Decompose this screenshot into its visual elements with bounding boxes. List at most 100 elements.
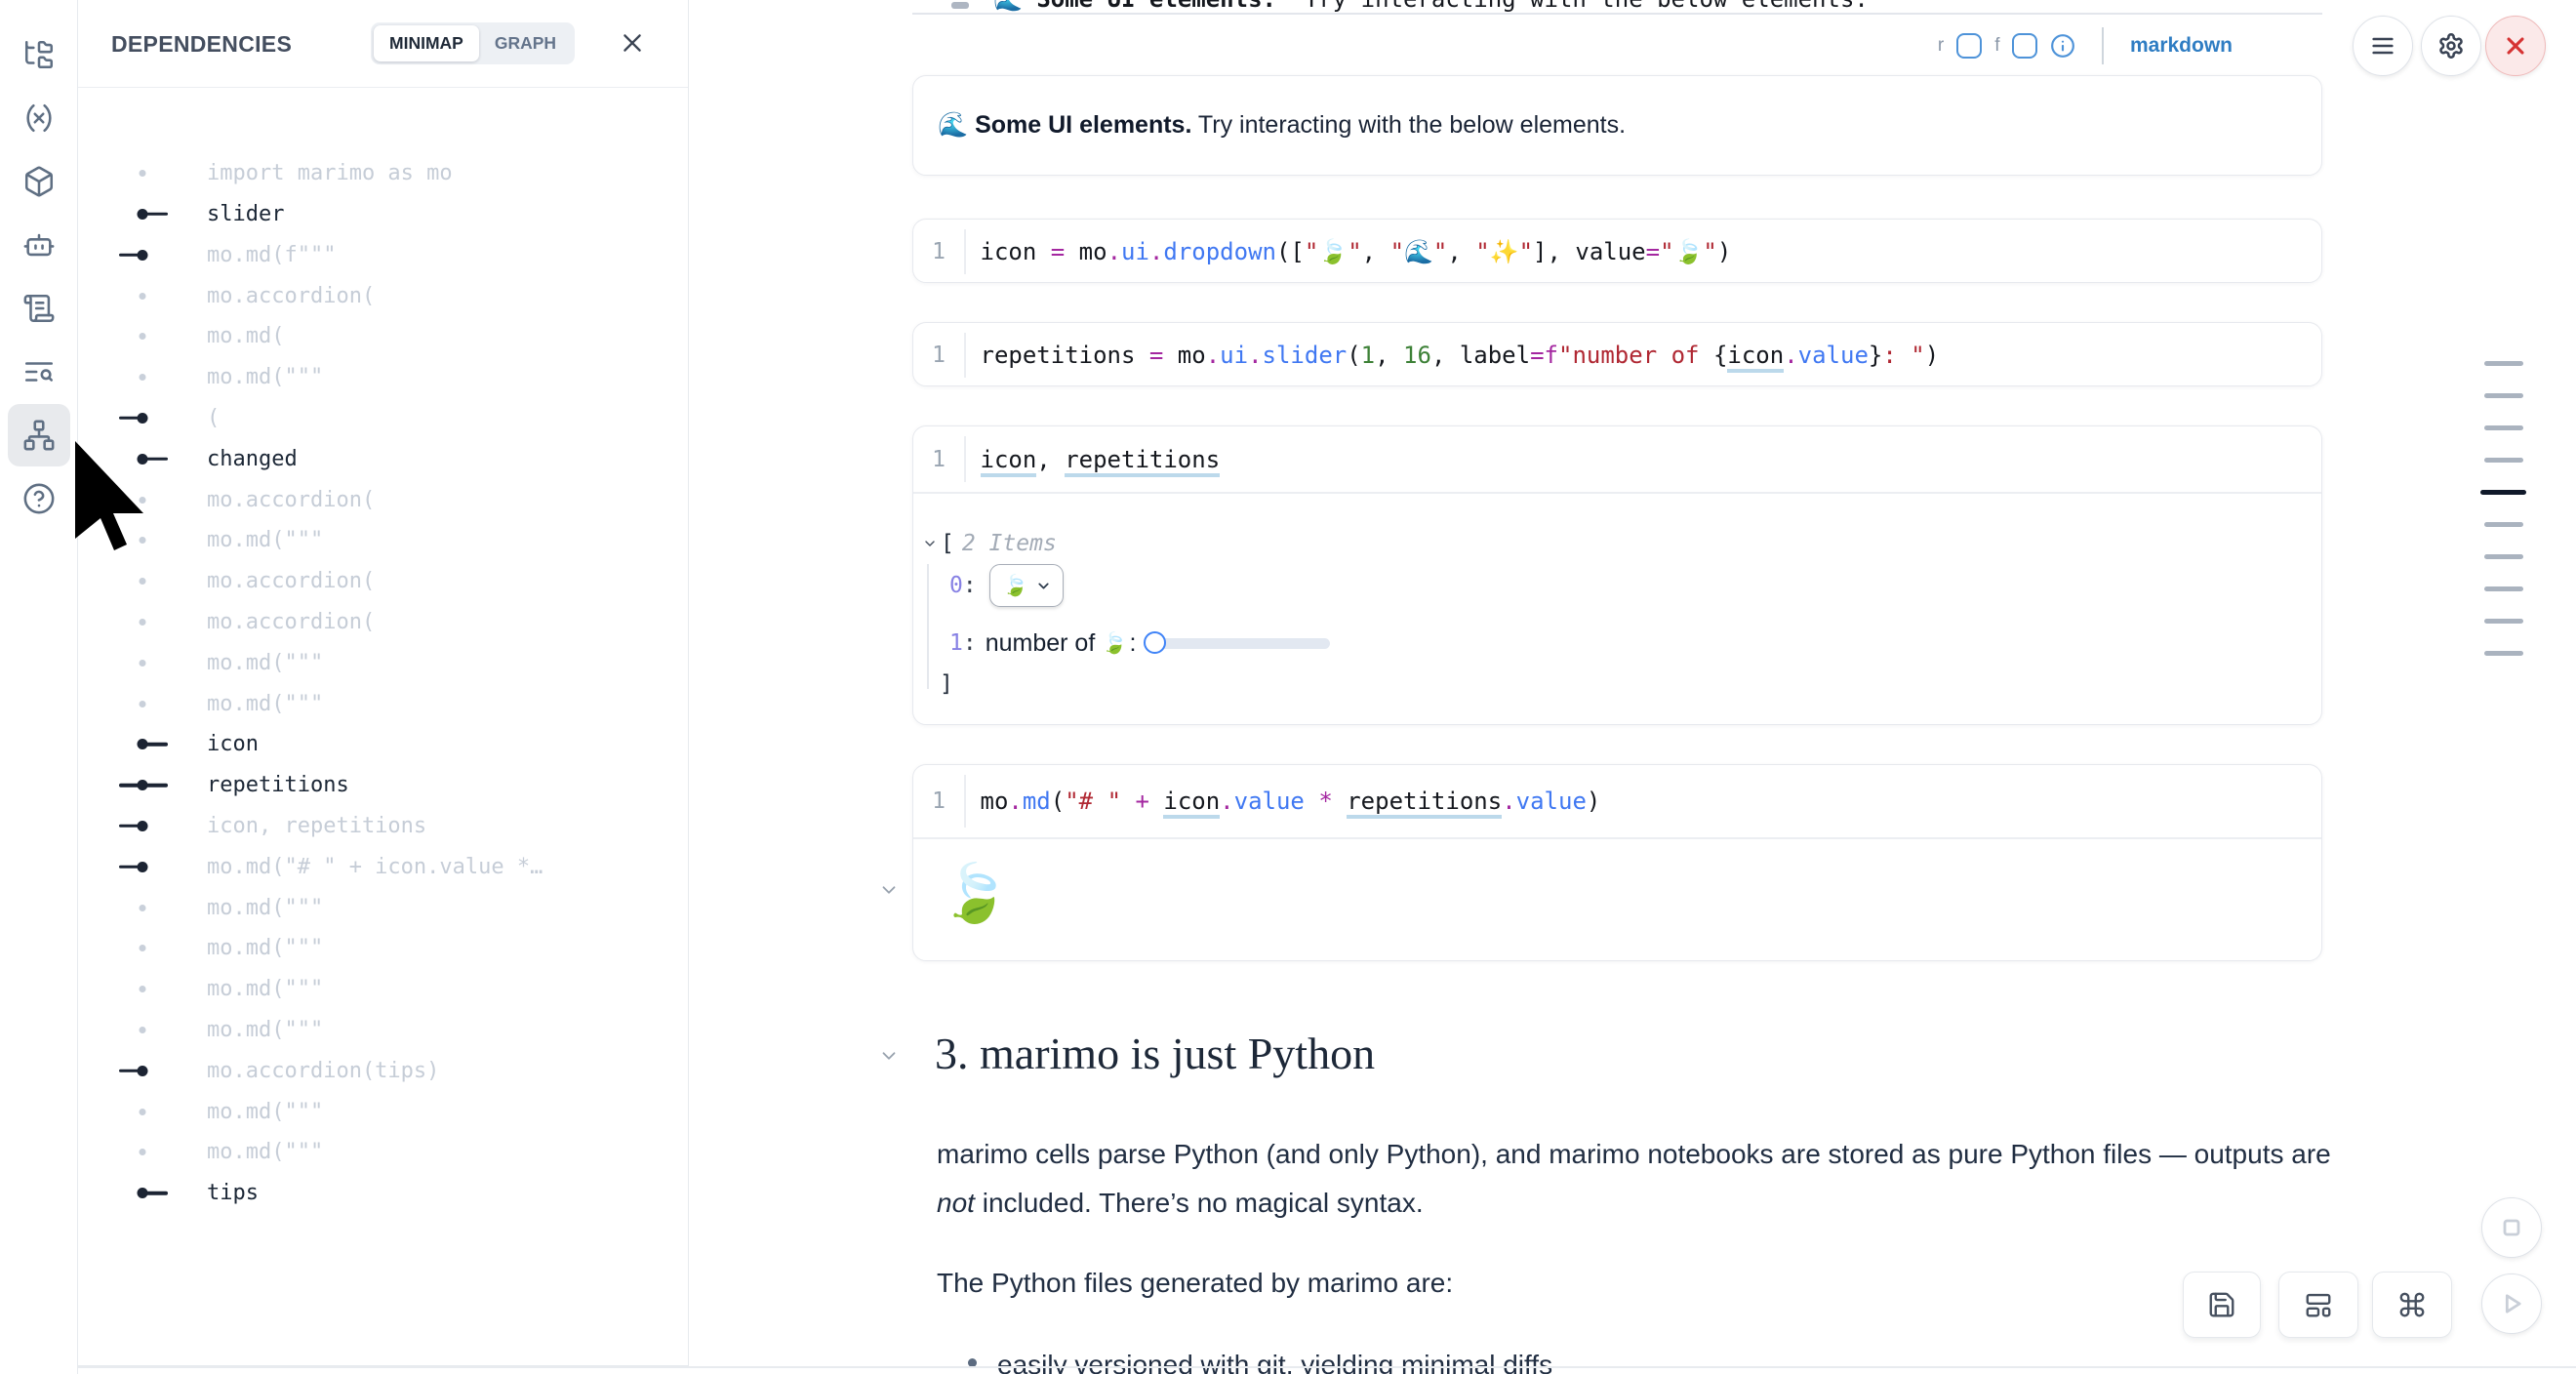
code-token: . — [1149, 238, 1163, 265]
code-cell-tuple[interactable]: 1 icon, repetitions [ 2 Items 0: 🍃 — [912, 425, 2322, 725]
minimap-cell-row[interactable]: repetitions — [78, 765, 688, 806]
code-cell-slider[interactable]: 1 repetitions = mo.ui.slider(1, 16, labe… — [912, 322, 2322, 386]
save-button[interactable] — [2183, 1272, 2261, 1338]
minimap-cell-row[interactable]: mo.md(""" — [78, 1091, 688, 1132]
code-token: = — [1149, 342, 1163, 369]
ai-assistant-icon[interactable] — [8, 214, 70, 276]
minimap-cell-row[interactable]: mo.md(""" — [78, 642, 688, 683]
layout-toggle-button[interactable] — [2278, 1272, 2358, 1338]
minimap-cell-row[interactable]: mo.md(""" — [78, 1132, 688, 1173]
chevron-down-icon — [1035, 578, 1052, 594]
code-token: . — [1008, 788, 1022, 815]
stop-kernel-button[interactable] — [2481, 1197, 2542, 1258]
repetitions-slider[interactable] — [1144, 631, 1330, 655]
minimap-cell-row[interactable]: mo.accordion( — [78, 561, 688, 602]
drag-handle-icon[interactable] — [951, 2, 969, 9]
minimap-cell-row[interactable]: icon, repetitions — [78, 806, 688, 847]
help-icon[interactable] — [8, 467, 70, 530]
code-token: * — [1318, 788, 1332, 815]
slider-thumb[interactable] — [1144, 631, 1166, 654]
settings-button[interactable] — [2421, 16, 2481, 76]
minimap-cell-label: icon — [207, 732, 259, 756]
minimap-cell-row[interactable]: mo.md( — [78, 316, 688, 357]
cell-indicator-line[interactable] — [2480, 637, 2531, 669]
cell-indicator-line[interactable] — [2480, 573, 2531, 605]
minimap-cell-row[interactable]: icon — [78, 724, 688, 765]
run-all-button[interactable] — [2481, 1273, 2542, 1334]
chevron-down-icon — [878, 1045, 900, 1067]
dependency-marker-icon — [119, 902, 168, 914]
code-line: icon = mo.ui.dropdown(["🍃", "🌊", "✨"], v… — [981, 238, 1732, 265]
minimap-cell-row[interactable]: mo.md(""" — [78, 887, 688, 928]
dependency-marker-icon — [119, 330, 168, 343]
cell-indicator-line[interactable] — [2480, 412, 2531, 444]
collapse-output-chevron[interactable] — [874, 876, 904, 906]
code-token: 16 — [1403, 342, 1431, 369]
tab-graph[interactable]: GRAPH — [479, 25, 572, 61]
minimap-cell-row[interactable]: tips — [78, 1173, 688, 1214]
code-token: = — [1646, 238, 1660, 265]
minimap-cell-row[interactable]: mo.md(f""" — [78, 234, 688, 275]
cell-indicator-line[interactable] — [2480, 605, 2531, 637]
cell-indicator-line[interactable] — [2480, 508, 2531, 541]
minimap-cell-row[interactable]: mo.accordion( — [78, 602, 688, 643]
snippets-scroll-icon[interactable] — [8, 277, 70, 340]
format-checkbox[interactable] — [2012, 33, 2037, 59]
minimap-cell-row[interactable] — [78, 112, 688, 153]
minimap-cell-row[interactable]: slider — [78, 194, 688, 235]
cell-indicator-line[interactable] — [2480, 347, 2531, 380]
minimap-cell-row[interactable]: mo.md(""" — [78, 928, 688, 969]
play-icon — [2498, 1290, 2525, 1317]
minimap-cell-row[interactable]: mo.md(""" — [78, 969, 688, 1010]
cell-output-divider — [913, 837, 2321, 839]
dependency-marker-icon — [119, 371, 168, 384]
minimap-cell-row[interactable]: changed — [78, 438, 688, 479]
packages-icon[interactable] — [8, 150, 70, 213]
top-cell-editor-clipped[interactable]: 🌊 Some UI elements. Try interacting with… — [912, 0, 2322, 14]
minimap-cell-row[interactable]: ( — [78, 398, 688, 439]
tree-header[interactable]: [ 2 Items — [922, 529, 1057, 558]
info-icon[interactable] — [2050, 33, 2075, 59]
dependency-marker-icon — [119, 1106, 168, 1118]
variables-icon[interactable] — [8, 87, 70, 149]
cell-indicator-line[interactable] — [2480, 444, 2531, 476]
cell-indicator-line[interactable] — [2480, 541, 2531, 573]
cell-indicator-line[interactable] — [2480, 476, 2531, 508]
collapse-section-chevron[interactable] — [874, 1042, 904, 1071]
layout-icon — [2304, 1290, 2333, 1319]
marimo-app: DEPENDENCIES MINIMAP GRAPH import marimo… — [0, 0, 2576, 1374]
minimap-cell-label: mo.accordion(tips) — [207, 1059, 439, 1083]
minimap-cell-row[interactable]: mo.md(""" — [78, 357, 688, 398]
slider-track[interactable] — [1148, 638, 1330, 649]
panel-close-button[interactable] — [618, 29, 647, 59]
minimap-cell-label: import marimo as mo — [207, 161, 453, 185]
icon-dropdown-select[interactable]: 🍃 — [989, 564, 1064, 607]
dependency-marker-icon — [119, 167, 168, 180]
minimap-cell-row[interactable]: mo.md(""" — [78, 1010, 688, 1051]
minimap-cell-row[interactable]: mo.md(""" — [78, 520, 688, 561]
code-token: . — [1206, 342, 1220, 369]
minimap-cell-row[interactable]: mo.md("# " + icon.value *… — [78, 846, 688, 887]
minimap-cell-row[interactable]: mo.md(""" — [78, 683, 688, 724]
section-paragraph: marimo cells parse Python (and only Pyth… — [937, 1130, 2334, 1228]
minimap-cell-row[interactable]: mo.accordion( — [78, 275, 688, 316]
menu-button[interactable] — [2353, 16, 2413, 76]
slider-label-colon: : — [1129, 629, 1136, 658]
run-on-change-checkbox[interactable] — [1956, 33, 1982, 59]
minimap-cell-row[interactable]: mo.accordion( — [78, 479, 688, 520]
cell-indicator-line[interactable] — [2480, 380, 2531, 412]
code-cell-md[interactable]: 1 mo.md("# " + icon.value * repetitions.… — [912, 764, 2322, 961]
minimap-cell-row[interactable]: mo.accordion(tips) — [78, 1050, 688, 1091]
dependency-marker-icon — [119, 861, 168, 873]
minimap-cell-row[interactable]: import marimo as mo — [78, 153, 688, 194]
command-palette-button[interactable] — [2372, 1272, 2452, 1338]
file-tree-icon[interactable] — [8, 23, 70, 86]
tree-output: [ 2 Items 0: 🍃 1: number of 🍃 : — [913, 492, 2321, 724]
dependencies-icon[interactable] — [8, 404, 70, 466]
shutdown-button[interactable] — [2485, 16, 2546, 76]
logs-search-icon[interactable] — [8, 341, 70, 403]
tab-minimap[interactable]: MINIMAP — [374, 25, 479, 61]
code-cell-dropdown[interactable]: 1 icon = mo.ui.dropdown(["🍃", "🌊", "✨"],… — [912, 219, 2322, 283]
language-badge[interactable]: markdown — [2130, 34, 2233, 58]
dependencies-panel: DEPENDENCIES MINIMAP GRAPH import marimo… — [78, 0, 689, 1366]
